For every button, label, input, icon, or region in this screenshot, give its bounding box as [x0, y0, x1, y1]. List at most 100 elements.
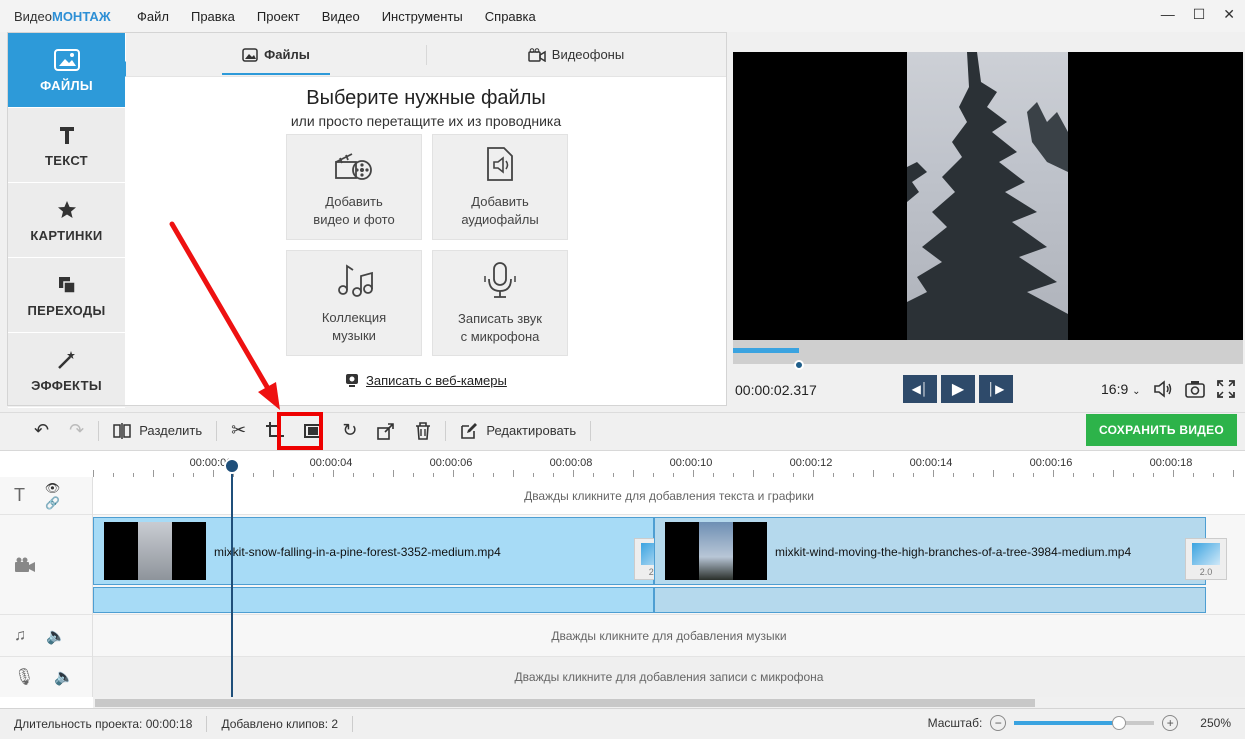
preview-seek-handle[interactable]: [794, 360, 805, 370]
zoom-in-button[interactable]: +: [1162, 715, 1179, 731]
zoom-out-button[interactable]: −: [990, 715, 1007, 731]
playback-controls: ◀│ ▶ │▶: [903, 375, 1013, 403]
ruler-mark: [393, 470, 394, 477]
menu-project[interactable]: Проект: [246, 9, 311, 24]
plus-icon: +: [1166, 716, 1174, 730]
close-icon[interactable]: ✕: [1223, 6, 1235, 23]
tile-label: аудиофайлы: [461, 211, 539, 227]
files-panel: Файлы Видеофоны Выберите нужные файлы ил…: [126, 33, 726, 405]
menu-bar: Файл Правка Проект Видео Инструменты Спр…: [126, 9, 547, 24]
menu-tools[interactable]: Инструменты: [371, 9, 474, 24]
add-video-photo-button[interactable]: Добавить видео и фото: [286, 134, 422, 240]
sidebar-item-pictures[interactable]: КАРТИНКИ: [8, 183, 125, 258]
scissors-icon: ✂: [231, 420, 247, 440]
sidebar-item-files[interactable]: ФАЙЛЫ: [8, 33, 133, 108]
split-button[interactable]: Разделить: [103, 416, 212, 446]
music-volume-icon[interactable]: 🔈: [46, 626, 66, 646]
mic-track[interactable]: Дважды кликните для добавления записи с …: [93, 657, 1245, 697]
sidebar-item-transitions[interactable]: ПЕРЕХОДЫ: [8, 258, 125, 333]
ruler-tick-label: 00:00:10: [669, 457, 713, 469]
toolbar-divider: [98, 420, 100, 441]
tile-label: видео и фото: [313, 211, 395, 227]
ruler-mark: [633, 470, 634, 477]
music-track-hint: Дважды кликните для добавления музыки: [551, 628, 787, 643]
clip-audio-bar[interactable]: [93, 587, 654, 613]
zoom-value: 250%: [1200, 716, 1231, 730]
menu-video[interactable]: Видео: [311, 9, 371, 24]
sidebar-item-effects[interactable]: ЭФФЕКТЫ: [8, 333, 125, 408]
cut-button[interactable]: ✂: [221, 416, 256, 446]
add-audio-button[interactable]: Добавить аудиофайлы: [432, 134, 568, 240]
sidebar-item-label: ЭФФЕКТЫ: [31, 377, 102, 393]
snapshot-camera-icon[interactable]: [1184, 380, 1205, 398]
zoom-slider-fill: [1014, 721, 1121, 725]
music-track[interactable]: Дважды кликните для добавления музыки: [93, 615, 1245, 657]
save-video-button[interactable]: СОХРАНИТЬ ВИДЕО: [1086, 414, 1237, 446]
undo-icon: ↶: [34, 420, 50, 440]
record-microphone-button[interactable]: Записать звук с микрофона: [432, 250, 568, 356]
text-t-icon: [58, 123, 76, 147]
files-subheading: или просто перетащите их из проводника: [290, 113, 562, 129]
mic-volume-icon[interactable]: 🔈: [54, 667, 74, 687]
preview-screen: [733, 52, 1243, 340]
ruler-tick-label: 00:00:06: [429, 457, 473, 469]
play-button[interactable]: ▶: [941, 375, 975, 403]
menu-file[interactable]: Файл: [126, 9, 180, 24]
undo-button[interactable]: ↶: [0, 416, 59, 446]
menu-help[interactable]: Справка: [474, 9, 547, 24]
zoom-slider[interactable]: [1014, 716, 1155, 730]
ruler-mark: [933, 470, 934, 477]
window-controls: — ☐ ✕: [1161, 6, 1235, 23]
ruler-mark: [1053, 470, 1054, 477]
ruler-mark: [513, 470, 514, 477]
trash-icon: [416, 421, 431, 440]
link-icon[interactable]: 🔗: [45, 496, 60, 510]
tab-files[interactable]: Файлы: [126, 33, 426, 76]
active-tab-indicator: [222, 73, 330, 75]
fullscreen-icon[interactable]: [1216, 380, 1235, 398]
edit-button[interactable]: Редактировать: [450, 416, 586, 446]
aspect-ratio-dropdown[interactable]: 16:9 ⌄: [1101, 381, 1141, 397]
playhead-handle[interactable]: [224, 458, 240, 474]
video-clip[interactable]: mixkit-snow-falling-in-a-pine-forest-335…: [93, 517, 676, 585]
preview-seek-progress: [733, 348, 800, 353]
timeline-ruler[interactable]: 00:00:02 00:00:04 00:00:06 00:00:08 00:00:10…: [93, 451, 1245, 477]
video-track-header: [0, 515, 92, 615]
media-panel: ФАЙЛЫ ТЕКСТ КАРТИНКИ ПЕРЕХОДЫ ЭФФЕКТЫ Фа…: [7, 32, 727, 408]
crop-highlight-box: [277, 412, 323, 450]
delete-button[interactable]: [405, 416, 441, 446]
ruler-tick-label: 00:00:18: [1149, 457, 1193, 469]
video-clip[interactable]: mixkit-wind-moving-the-high-branches-of-…: [654, 517, 1227, 585]
transition-thumbnail[interactable]: 2.0: [1185, 538, 1227, 580]
timeline-scroll-thumb[interactable]: [95, 699, 1035, 707]
rotate-icon: ↻: [342, 420, 358, 440]
tile-label: Коллекция: [321, 309, 387, 325]
record-webcam-link[interactable]: Записать с веб-камеры: [346, 373, 507, 388]
tile-label: Добавить: [325, 193, 383, 209]
minimize-icon[interactable]: —: [1161, 6, 1175, 23]
clip-audio-bar[interactable]: [654, 587, 1206, 613]
menu-edit[interactable]: Правка: [180, 9, 246, 24]
rotate-button[interactable]: ↻: [332, 416, 367, 446]
zoom-slider-handle[interactable]: [1112, 716, 1127, 730]
tab-label: Видеофоны: [551, 47, 625, 62]
eye-icon[interactable]: 👁: [45, 481, 60, 495]
volume-icon[interactable]: [1153, 380, 1173, 398]
files-heading: Выберите нужные файлы: [306, 87, 546, 109]
previous-button[interactable]: ◀│: [903, 375, 937, 403]
music-collection-button[interactable]: Коллекция музыки: [286, 250, 422, 356]
tile-label: Добавить: [471, 193, 529, 209]
sidebar-item-text[interactable]: ТЕКСТ: [8, 108, 125, 183]
music-note-icon: ♫: [14, 626, 26, 644]
text-track[interactable]: Дважды кликните для добавления текста и …: [93, 477, 1245, 515]
maximize-icon[interactable]: ☐: [1193, 6, 1206, 23]
preview-seek-bar[interactable]: [733, 340, 1243, 364]
ruler-mark: [273, 470, 274, 477]
redo-button[interactable]: ↷: [59, 416, 94, 446]
ruler-mark: [993, 470, 994, 477]
resize-button[interactable]: [367, 416, 405, 446]
next-button[interactable]: │▶: [979, 375, 1013, 403]
tab-videobackgrounds[interactable]: Видеофоны: [426, 33, 726, 76]
chevron-down-icon: ⌄: [1132, 386, 1141, 397]
zoom-controls: Масштаб: − + 250%: [928, 715, 1231, 731]
